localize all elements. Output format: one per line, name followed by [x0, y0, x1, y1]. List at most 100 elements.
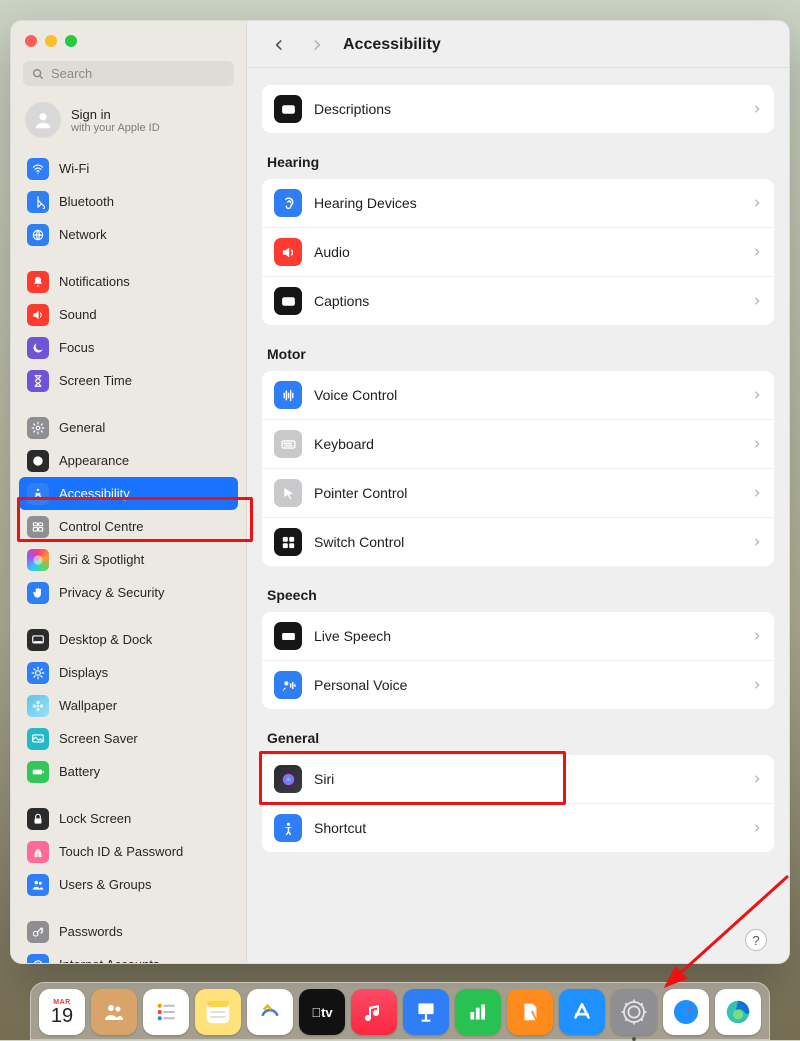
row-label: Audio	[314, 244, 740, 260]
sidebar-item-wallpaper[interactable]: Wallpaper	[19, 689, 238, 722]
row-keyboard[interactable]: Keyboard	[262, 419, 774, 468]
row-audio[interactable]: Audio	[262, 227, 774, 276]
dock-freeform[interactable]	[247, 989, 293, 1035]
page-title: Accessibility	[343, 36, 441, 54]
row-siri[interactable]: Siri	[262, 755, 774, 803]
row-switch-control[interactable]: Switch Control	[262, 517, 774, 566]
account-row[interactable]: Sign in with your Apple ID	[11, 96, 246, 150]
appearance-icon	[27, 450, 49, 472]
livespeech-icon	[274, 622, 302, 650]
sidebar-item-siri-spotlight[interactable]: Siri & Spotlight	[19, 543, 238, 576]
sidebar-item-label: Network	[59, 227, 107, 242]
account-title: Sign in	[71, 107, 160, 122]
dock-icon	[27, 629, 49, 651]
chevron-right-icon	[752, 246, 762, 258]
sidebar-item-lock-screen[interactable]: Lock Screen	[19, 802, 238, 835]
dock-inner: MAR19 tv	[30, 982, 770, 1040]
dock-keynote[interactable]	[403, 989, 449, 1035]
dock-appstore[interactable]	[559, 989, 605, 1035]
sidebar-item-screen-saver[interactable]: Screen Saver	[19, 722, 238, 755]
dock-settings[interactable]	[611, 989, 657, 1035]
system-settings-window: Sign in with your Apple ID Wi-Fi Bluetoot…	[10, 20, 790, 964]
zoom-button[interactable]	[65, 35, 77, 47]
dock-numbers[interactable]	[455, 989, 501, 1035]
forward-button[interactable]	[305, 33, 329, 57]
sidebar-item-internet-accounts[interactable]: Internet Accounts	[19, 948, 238, 963]
dock-music[interactable]	[351, 989, 397, 1035]
finger-icon	[27, 841, 49, 863]
minimize-button[interactable]	[45, 35, 57, 47]
sidebar-item-focus[interactable]: Focus	[19, 331, 238, 364]
sidebar-item-appearance[interactable]: Appearance	[19, 444, 238, 477]
sidebar-item-users-groups[interactable]: Users & Groups	[19, 868, 238, 901]
sidebar-item-displays[interactable]: Displays	[19, 656, 238, 689]
dock-safari[interactable]	[663, 989, 709, 1035]
dock-notes[interactable]	[195, 989, 241, 1035]
chevron-right-icon	[752, 103, 762, 115]
sidebar-item-label: Passwords	[59, 924, 123, 939]
row-label: Pointer Control	[314, 485, 740, 501]
row-captions[interactable]: CCCaptions	[262, 276, 774, 325]
sidebar-item-passwords[interactable]: Passwords	[19, 915, 238, 948]
flower-icon	[27, 695, 49, 717]
sidebar-item-label: Accessibility	[59, 486, 130, 501]
help-button[interactable]: ?	[745, 929, 767, 951]
dock-reminders[interactable]	[143, 989, 189, 1035]
sun-icon	[27, 662, 49, 684]
sidebar-item-touch-id-password[interactable]: Touch ID & Password	[19, 835, 238, 868]
sidebar-item-general[interactable]: General	[19, 411, 238, 444]
sidebar-item-label: Screen Time	[59, 373, 132, 388]
row-live-speech[interactable]: Live Speech	[262, 612, 774, 660]
key-icon	[27, 921, 49, 943]
row-voice-control[interactable]: Voice Control	[262, 371, 774, 419]
dock-contacts[interactable]	[91, 989, 137, 1035]
sidebar-item-privacy-security[interactable]: Privacy & Security	[19, 576, 238, 609]
dock-edge[interactable]	[715, 989, 761, 1035]
sidebar-item-label: Appearance	[59, 453, 129, 468]
row-label: Keyboard	[314, 436, 740, 452]
speaker-icon	[27, 304, 49, 326]
sidebar-item-label: Wi-Fi	[59, 161, 89, 176]
sidebar-item-desktop-dock[interactable]: Desktop & Dock	[19, 623, 238, 656]
svg-text:CC: CC	[284, 299, 292, 305]
dock-tv[interactable]: tv	[299, 989, 345, 1035]
access-icon	[27, 483, 49, 505]
sidebar-item-sound[interactable]: Sound	[19, 298, 238, 331]
sidebar-item-bluetooth[interactable]: Bluetooth	[19, 185, 238, 218]
content: Accessibility DescriptionsHearingHearing…	[247, 21, 789, 963]
back-button[interactable]	[267, 33, 291, 57]
sidebar-item-network[interactable]: Network	[19, 218, 238, 251]
sidebar-item-notifications[interactable]: Notifications	[19, 265, 238, 298]
content-header: Accessibility	[247, 21, 789, 68]
sidebar-item-label: Desktop & Dock	[59, 632, 152, 647]
desc-icon	[274, 95, 302, 123]
sidebar-item-control-centre[interactable]: Control Centre	[19, 510, 238, 543]
sidebar-item-wi-fi[interactable]: Wi-Fi	[19, 152, 238, 185]
dock-pages[interactable]	[507, 989, 553, 1035]
wifi-icon	[27, 158, 49, 180]
hourglass-icon	[27, 370, 49, 392]
pvoice-icon	[274, 671, 302, 699]
siri-icon	[27, 549, 49, 571]
chevron-right-icon	[752, 295, 762, 307]
sidebar-item-accessibility[interactable]: Accessibility	[19, 477, 238, 510]
row-label: Voice Control	[314, 387, 740, 403]
close-button[interactable]	[25, 35, 37, 47]
chevron-right-icon	[752, 389, 762, 401]
voice-icon	[274, 381, 302, 409]
row-pointer-control[interactable]: Pointer Control	[262, 468, 774, 517]
section-group: Voice Control Keyboard Pointer Control Swit…	[261, 370, 775, 567]
search-input[interactable]	[51, 66, 226, 81]
row-hearing-devices[interactable]: Hearing Devices	[262, 179, 774, 227]
sidebar-item-screen-time[interactable]: Screen Time	[19, 364, 238, 397]
row-label: Siri	[314, 771, 740, 787]
row-shortcut[interactable]: Shortcut	[262, 803, 774, 852]
ear-icon	[274, 189, 302, 217]
at-icon	[27, 954, 49, 964]
dock-calendar[interactable]: MAR19	[39, 989, 85, 1035]
sidebar-item-battery[interactable]: Battery	[19, 755, 238, 788]
sidebar-item-label: Displays	[59, 665, 108, 680]
search-field[interactable]	[23, 61, 234, 86]
row-descriptions[interactable]: Descriptions	[262, 85, 774, 133]
row-personal-voice[interactable]: Personal Voice	[262, 660, 774, 709]
